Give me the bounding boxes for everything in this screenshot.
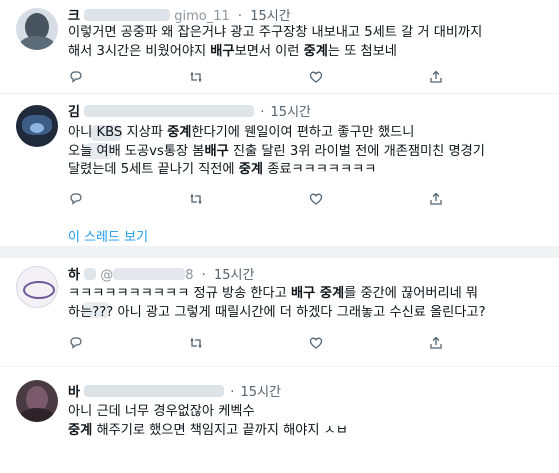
reply-button[interactable]	[68, 334, 84, 352]
section-divider	[0, 246, 559, 258]
like-button[interactable]	[308, 190, 324, 208]
avatar[interactable]	[16, 8, 58, 50]
author-name[interactable]: 하	[68, 268, 80, 283]
tweet-header: 김 · 15시간	[68, 105, 311, 120]
tweet-line: 아니 KBS 지상파 중계한다기에 웬일이여 편하고 좋구만 했드니	[68, 125, 415, 140]
timestamp[interactable]: 15시간	[271, 105, 311, 120]
share-button[interactable]	[428, 190, 444, 208]
author-handle[interactable]: @	[100, 268, 113, 283]
redacted-handle	[113, 268, 186, 280]
tweet-line: 달렸는데 5세트 끝나기 직전에 중계 종료ㅋㅋㅋㅋㅋㅋㅋ	[68, 162, 377, 178]
author-name[interactable]: 크	[68, 9, 80, 24]
retweet-icon	[190, 71, 202, 83]
show-thread-link[interactable]: 이 스레드 보기	[68, 226, 148, 245]
share-icon	[430, 336, 442, 349]
keyword-highlight: 배구	[210, 43, 235, 59]
reply-button[interactable]	[68, 190, 84, 208]
author-handle[interactable]: gimo_11	[174, 9, 230, 24]
tweet-line: 이렇거면 공중파 왜 잡은거냐 광고 주구장창 내보내고 5세트 갈 거 대비까…	[68, 25, 483, 40]
tweet-4[interactable]: 바 · 15시간 아니 근데 너무 경우없잖아 케벡수 중계 해주기로 했으면 …	[0, 366, 559, 473]
redacted-name	[84, 268, 97, 280]
tweet-header: 하 @8 · 15시간	[68, 268, 255, 283]
redacted-name	[84, 9, 171, 21]
retweet-button[interactable]	[188, 68, 204, 86]
like-icon	[309, 337, 323, 349]
avatar[interactable]	[16, 105, 58, 147]
redacted-name	[84, 105, 255, 117]
reply-button[interactable]	[68, 68, 84, 86]
keyword-highlight: 배구 중계	[291, 286, 345, 301]
tweet-text: 이렇거면 공중파 왜 잡은거냐 광고 주구장창 내보내고 5세트 갈 거 대비까…	[68, 24, 548, 61]
reply-icon	[70, 193, 82, 205]
retweet-icon	[190, 193, 202, 205]
author-name[interactable]: 바	[68, 385, 80, 400]
like-button[interactable]	[308, 334, 324, 352]
like-button[interactable]	[308, 68, 324, 86]
like-icon	[309, 193, 323, 205]
keyword-highlight: 중계	[68, 422, 93, 438]
avatar[interactable]	[16, 266, 58, 308]
keyword-highlight: 중계	[167, 125, 192, 140]
retweet-button[interactable]	[188, 334, 204, 352]
reply-icon	[70, 71, 82, 83]
tweet-2[interactable]: 김 · 15시간 아니 KBS 지상파 중계한다기에 웬일이여 편하고 좋구만 …	[0, 93, 559, 247]
timestamp[interactable]: 15시간	[241, 385, 281, 400]
like-icon	[309, 71, 323, 83]
tweet-3[interactable]: 하 @8 · 15시간 ㅋㅋㅋㅋㅋㅋㅋㅋㅋㅋ 정규 방송 한다고 배구 중계를 …	[0, 258, 559, 367]
avatar[interactable]	[16, 380, 58, 422]
retweet-icon	[190, 337, 202, 349]
tweet-line: 해서 3시간은 비웠어야지 배구보면서 이런 중계는 또 첨보네	[68, 43, 397, 59]
tweet-actions	[68, 334, 538, 352]
keyword-highlight: 배구	[204, 143, 229, 159]
tweet-actions	[68, 190, 538, 208]
tweet-line: 오늘 여배 도공vs통장 봄배구 진출 달린 3위 라이벌 전에 개존잼미친 명…	[68, 143, 485, 159]
tweet-text: 아니 KBS 지상파 중계한다기에 웬일이여 편하고 좋구만 했드니 오늘 여배…	[68, 124, 548, 180]
retweet-button[interactable]	[188, 190, 204, 208]
tweet-text: ㅋㅋㅋㅋㅋㅋㅋㅋㅋㅋ 정규 방송 한다고 배구 중계를 중간에 끊어버리네 뭐 …	[68, 285, 548, 322]
tweet-line: 중계 해주기로 했으면 책임지고 끝까지 해야지 ㅅㅂ	[68, 422, 348, 438]
tweet-actions	[68, 68, 538, 86]
share-icon	[430, 192, 442, 205]
tweet-line: 아니 근데 너무 경우없잖아 케벡수	[68, 404, 255, 419]
timestamp[interactable]: 15시간	[250, 9, 290, 24]
author-name[interactable]: 김	[68, 105, 80, 120]
reply-icon	[70, 337, 82, 349]
share-button[interactable]	[428, 334, 444, 352]
share-icon	[430, 70, 442, 83]
tweet-line: 하는??? 아니 광고 그렇게 때릴시간에 더 하겠다 그래놓고 수신료 올린다…	[68, 304, 486, 320]
redacted-name	[84, 385, 225, 397]
share-button[interactable]	[428, 68, 444, 86]
tweet-text: 아니 근데 너무 경우없잖아 케벡수 중계 해주기로 했으면 책임지고 끝까지 …	[68, 403, 548, 440]
tweet-1[interactable]: 크 gimo_11 · 15시간 이렇거면 공중파 왜 잡은거냐 광고 주구장창…	[0, 0, 559, 94]
keyword-highlight: 중계	[238, 162, 264, 178]
tweet-header: 바 · 15시간	[68, 385, 281, 400]
keyword-highlight: 중계	[303, 43, 328, 59]
tweet-header: 크 gimo_11 · 15시간	[68, 9, 291, 24]
timestamp[interactable]: 15시간	[214, 268, 254, 283]
tweet-line: ㅋㅋㅋㅋㅋㅋㅋㅋㅋㅋ 정규 방송 한다고 배구 중계를 중간에 끊어버리네 뭐	[68, 286, 479, 301]
